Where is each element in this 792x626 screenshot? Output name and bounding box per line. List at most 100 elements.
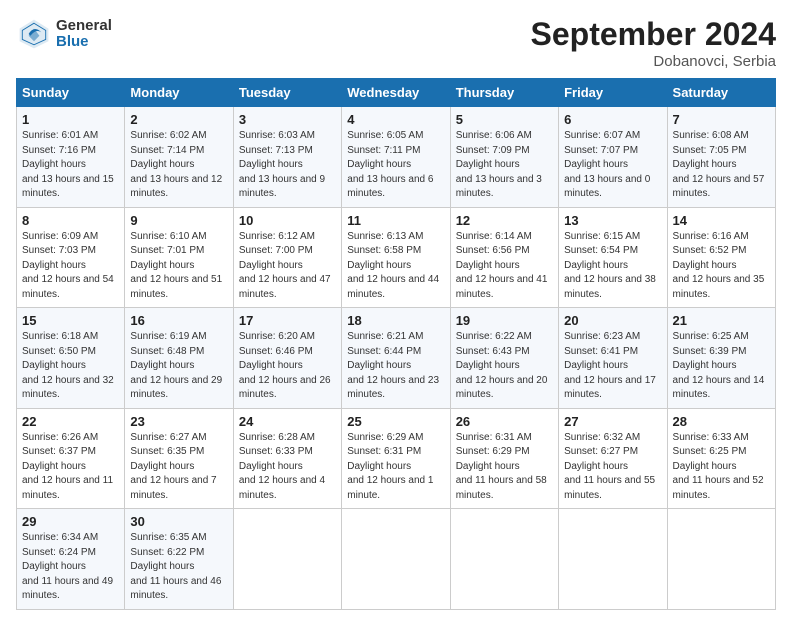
- day-info: Sunrise: 6:12 AMSunset: 7:00 PMDaylight …: [239, 231, 331, 300]
- day-number: 17: [239, 313, 336, 328]
- col-saturday: Saturday: [667, 79, 775, 107]
- day-info: Sunrise: 6:29 AMSunset: 6:31 PMDaylight …: [347, 432, 433, 501]
- calendar-cell: 2 Sunrise: 6:02 AMSunset: 7:14 PMDayligh…: [125, 107, 233, 208]
- day-number: 7: [673, 112, 770, 127]
- col-sunday: Sunday: [17, 79, 125, 107]
- calendar-cell: 3 Sunrise: 6:03 AMSunset: 7:13 PMDayligh…: [233, 107, 341, 208]
- day-info: Sunrise: 6:01 AMSunset: 7:16 PMDaylight …: [22, 130, 114, 199]
- day-info: Sunrise: 6:28 AMSunset: 6:33 PMDaylight …: [239, 432, 325, 501]
- day-info: Sunrise: 6:26 AMSunset: 6:37 PMDaylight …: [22, 432, 113, 501]
- day-number: 11: [347, 213, 444, 228]
- calendar-cell: [342, 509, 450, 610]
- day-number: 3: [239, 112, 336, 127]
- day-info: Sunrise: 6:33 AMSunset: 6:25 PMDaylight …: [673, 432, 764, 501]
- day-number: 22: [22, 414, 119, 429]
- calendar-cell: [233, 509, 341, 610]
- calendar-table: Sunday Monday Tuesday Wednesday Thursday…: [16, 78, 776, 610]
- day-info: Sunrise: 6:32 AMSunset: 6:27 PMDaylight …: [564, 432, 655, 501]
- calendar-cell: 22 Sunrise: 6:26 AMSunset: 6:37 PMDaylig…: [17, 408, 125, 509]
- day-number: 25: [347, 414, 444, 429]
- calendar-cell: 11 Sunrise: 6:13 AMSunset: 6:58 PMDaylig…: [342, 207, 450, 308]
- calendar-cell: 28 Sunrise: 6:33 AMSunset: 6:25 PMDaylig…: [667, 408, 775, 509]
- day-info: Sunrise: 6:22 AMSunset: 6:43 PMDaylight …: [456, 331, 548, 400]
- col-monday: Monday: [125, 79, 233, 107]
- day-info: Sunrise: 6:07 AMSunset: 7:07 PMDaylight …: [564, 130, 650, 199]
- day-number: 18: [347, 313, 444, 328]
- day-info: Sunrise: 6:02 AMSunset: 7:14 PMDaylight …: [130, 130, 222, 199]
- day-number: 1: [22, 112, 119, 127]
- calendar-cell: 30 Sunrise: 6:35 AMSunset: 6:22 PMDaylig…: [125, 509, 233, 610]
- calendar-week-row: 1 Sunrise: 6:01 AMSunset: 7:16 PMDayligh…: [17, 107, 776, 208]
- calendar-cell: [667, 509, 775, 610]
- day-number: 26: [456, 414, 553, 429]
- day-number: 23: [130, 414, 227, 429]
- calendar-cell: [559, 509, 667, 610]
- logo-general-text: General: [56, 18, 112, 35]
- calendar-cell: 13 Sunrise: 6:15 AMSunset: 6:54 PMDaylig…: [559, 207, 667, 308]
- calendar-cell: 29 Sunrise: 6:34 AMSunset: 6:24 PMDaylig…: [17, 509, 125, 610]
- calendar-cell: 5 Sunrise: 6:06 AMSunset: 7:09 PMDayligh…: [450, 107, 558, 208]
- day-number: 15: [22, 313, 119, 328]
- day-info: Sunrise: 6:23 AMSunset: 6:41 PMDaylight …: [564, 331, 656, 400]
- logo-text: General Blue: [56, 18, 112, 51]
- day-number: 21: [673, 313, 770, 328]
- day-number: 9: [130, 213, 227, 228]
- day-info: Sunrise: 6:03 AMSunset: 7:13 PMDaylight …: [239, 130, 325, 199]
- calendar-body: 1 Sunrise: 6:01 AMSunset: 7:16 PMDayligh…: [17, 107, 776, 610]
- calendar-cell: 1 Sunrise: 6:01 AMSunset: 7:16 PMDayligh…: [17, 107, 125, 208]
- calendar-cell: 8 Sunrise: 6:09 AMSunset: 7:03 PMDayligh…: [17, 207, 125, 308]
- col-thursday: Thursday: [450, 79, 558, 107]
- calendar-cell: 23 Sunrise: 6:27 AMSunset: 6:35 PMDaylig…: [125, 408, 233, 509]
- day-info: Sunrise: 6:08 AMSunset: 7:05 PMDaylight …: [673, 130, 765, 199]
- calendar-cell: 27 Sunrise: 6:32 AMSunset: 6:27 PMDaylig…: [559, 408, 667, 509]
- calendar-week-row: 22 Sunrise: 6:26 AMSunset: 6:37 PMDaylig…: [17, 408, 776, 509]
- calendar-cell: 9 Sunrise: 6:10 AMSunset: 7:01 PMDayligh…: [125, 207, 233, 308]
- day-number: 27: [564, 414, 661, 429]
- day-number: 13: [564, 213, 661, 228]
- day-number: 12: [456, 213, 553, 228]
- title-block: September 2024 Dobanovci, Serbia: [531, 16, 776, 70]
- calendar-cell: 20 Sunrise: 6:23 AMSunset: 6:41 PMDaylig…: [559, 308, 667, 409]
- day-number: 14: [673, 213, 770, 228]
- calendar-cell: 18 Sunrise: 6:21 AMSunset: 6:44 PMDaylig…: [342, 308, 450, 409]
- day-info: Sunrise: 6:10 AMSunset: 7:01 PMDaylight …: [130, 231, 222, 300]
- day-number: 19: [456, 313, 553, 328]
- day-number: 6: [564, 112, 661, 127]
- day-number: 24: [239, 414, 336, 429]
- calendar-cell: 7 Sunrise: 6:08 AMSunset: 7:05 PMDayligh…: [667, 107, 775, 208]
- calendar-cell: 4 Sunrise: 6:05 AMSunset: 7:11 PMDayligh…: [342, 107, 450, 208]
- logo: General Blue: [16, 16, 112, 52]
- day-number: 10: [239, 213, 336, 228]
- calendar-week-row: 8 Sunrise: 6:09 AMSunset: 7:03 PMDayligh…: [17, 207, 776, 308]
- calendar-cell: 21 Sunrise: 6:25 AMSunset: 6:39 PMDaylig…: [667, 308, 775, 409]
- calendar-header-row: Sunday Monday Tuesday Wednesday Thursday…: [17, 79, 776, 107]
- day-info: Sunrise: 6:18 AMSunset: 6:50 PMDaylight …: [22, 331, 114, 400]
- day-info: Sunrise: 6:20 AMSunset: 6:46 PMDaylight …: [239, 331, 331, 400]
- day-number: 28: [673, 414, 770, 429]
- day-info: Sunrise: 6:05 AMSunset: 7:11 PMDaylight …: [347, 130, 433, 199]
- calendar-cell: 25 Sunrise: 6:29 AMSunset: 6:31 PMDaylig…: [342, 408, 450, 509]
- day-number: 29: [22, 514, 119, 529]
- location-subtitle: Dobanovci, Serbia: [531, 53, 776, 70]
- day-info: Sunrise: 6:31 AMSunset: 6:29 PMDaylight …: [456, 432, 547, 501]
- calendar-cell: 10 Sunrise: 6:12 AMSunset: 7:00 PMDaylig…: [233, 207, 341, 308]
- day-number: 4: [347, 112, 444, 127]
- col-tuesday: Tuesday: [233, 79, 341, 107]
- day-info: Sunrise: 6:16 AMSunset: 6:52 PMDaylight …: [673, 231, 765, 300]
- calendar-cell: 6 Sunrise: 6:07 AMSunset: 7:07 PMDayligh…: [559, 107, 667, 208]
- calendar-cell: [450, 509, 558, 610]
- day-info: Sunrise: 6:09 AMSunset: 7:03 PMDaylight …: [22, 231, 114, 300]
- calendar-cell: 16 Sunrise: 6:19 AMSunset: 6:48 PMDaylig…: [125, 308, 233, 409]
- calendar-cell: 14 Sunrise: 6:16 AMSunset: 6:52 PMDaylig…: [667, 207, 775, 308]
- day-info: Sunrise: 6:13 AMSunset: 6:58 PMDaylight …: [347, 231, 439, 300]
- day-info: Sunrise: 6:27 AMSunset: 6:35 PMDaylight …: [130, 432, 216, 501]
- calendar-cell: 12 Sunrise: 6:14 AMSunset: 6:56 PMDaylig…: [450, 207, 558, 308]
- day-number: 2: [130, 112, 227, 127]
- calendar-cell: 26 Sunrise: 6:31 AMSunset: 6:29 PMDaylig…: [450, 408, 558, 509]
- day-number: 16: [130, 313, 227, 328]
- calendar-week-row: 15 Sunrise: 6:18 AMSunset: 6:50 PMDaylig…: [17, 308, 776, 409]
- calendar-cell: 15 Sunrise: 6:18 AMSunset: 6:50 PMDaylig…: [17, 308, 125, 409]
- day-number: 30: [130, 514, 227, 529]
- page-header: General Blue September 2024 Dobanovci, S…: [16, 16, 776, 70]
- day-number: 20: [564, 313, 661, 328]
